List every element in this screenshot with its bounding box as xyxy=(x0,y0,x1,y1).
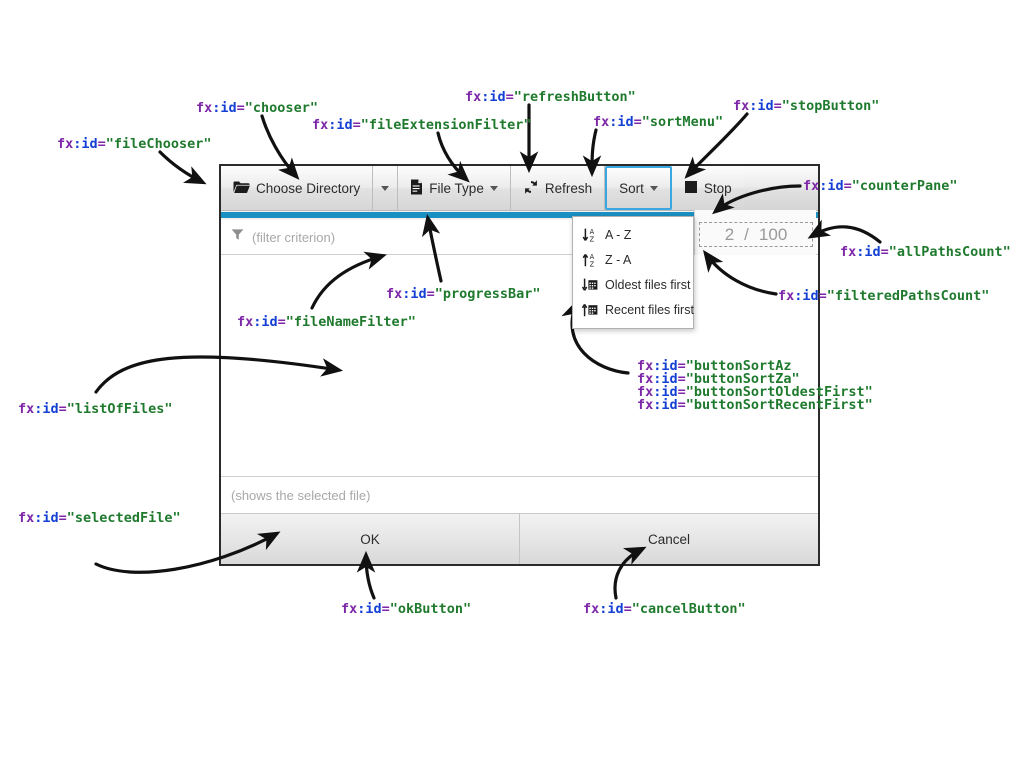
annotation-counterPane: fx:id="counterPane" xyxy=(803,178,958,194)
button-sort-az[interactable]: A Z A - Z xyxy=(573,222,693,247)
annotation-selectedFile: fx:id="selectedFile" xyxy=(18,510,181,526)
annotation-cancelButton: fx:id="cancelButton" xyxy=(583,601,746,617)
sort-chevron-down-icon xyxy=(649,185,658,191)
svg-text:Z: Z xyxy=(590,260,595,268)
annotation-stopButton: fx:id="stopButton" xyxy=(733,98,880,114)
annotation-allPathsCount: fx:id="allPathsCount" xyxy=(840,244,1011,260)
annotation-refreshButton: fx:id="refreshButton" xyxy=(465,89,636,105)
ok-button[interactable]: OK xyxy=(221,514,519,564)
svg-text:Z: Z xyxy=(590,235,595,243)
counter-box: 2 / 100 xyxy=(699,222,813,247)
cancel-button[interactable]: Cancel xyxy=(519,514,818,564)
annotation-filteredPathsCount: fx:id="filteredPathsCount" xyxy=(778,288,990,304)
button-sort-recent-first[interactable]: Recent files first xyxy=(573,297,694,322)
dialog-button-bar: OK Cancel xyxy=(221,514,818,564)
annotation-buttonSortRecentFirst: fx:id="buttonSortRecentFirst" xyxy=(637,397,873,413)
sort-up-calendar-icon xyxy=(581,302,598,318)
file-type-button[interactable]: File Type xyxy=(398,166,511,210)
chooser-dropdown-button[interactable] xyxy=(373,166,399,210)
refresh-button[interactable]: Refresh xyxy=(510,166,606,210)
sort-down-calendar-icon xyxy=(581,277,598,293)
sort-down-az-icon: A Z xyxy=(582,227,598,243)
funnel-filter-icon xyxy=(231,228,244,246)
file-type-label: File Type xyxy=(429,180,484,196)
folder-icon xyxy=(233,180,250,197)
choose-directory-button[interactable]: Choose Directory xyxy=(221,166,374,210)
annotation-okButton: fx:id="okButton" xyxy=(341,601,472,617)
annotation-fileNameFilter: fx:id="fileNameFilter" xyxy=(237,314,416,330)
file-name-filter-placeholder: (filter criterion) xyxy=(252,229,336,245)
refresh-label: Refresh xyxy=(544,180,593,196)
annotation-sortMenu: fx:id="sortMenu" xyxy=(593,114,724,130)
sort-up-za-icon: A Z xyxy=(582,252,598,268)
annotation-listOfFiles: fx:id="listOfFiles" xyxy=(18,401,173,417)
filtered-paths-count: 2 xyxy=(724,224,735,244)
sort-menu: A Z A - Z A Z Z - A Oldest files first R… xyxy=(572,216,694,329)
annotation-fileChooser: fx:id="fileChooser" xyxy=(57,136,212,152)
button-sort-az-label: A - Z xyxy=(605,227,632,242)
annotation-fileExtensionFilter: fx:id="fileExtensionFilter" xyxy=(312,117,532,133)
selected-file-placeholder: (shows the selected file) xyxy=(231,487,371,503)
choose-directory-label: Choose Directory xyxy=(256,180,361,196)
annotation-progressBar: fx:id="progressBar" xyxy=(386,286,541,302)
sort-button[interactable]: Sort xyxy=(605,166,672,210)
toolbar: Choose Directory File Type Refresh Sort … xyxy=(221,166,818,211)
stop-label: Stop xyxy=(703,180,732,196)
stop-button[interactable]: Stop xyxy=(671,166,744,210)
button-sort-oldest-first-label: Oldest files first xyxy=(605,277,691,292)
sort-label: Sort xyxy=(619,180,644,196)
chevron-down-icon xyxy=(381,185,390,191)
counter-pane: 2 / 100 xyxy=(694,210,816,256)
screenshot-root: Choose Directory File Type Refresh Sort … xyxy=(0,0,1024,768)
counter-separator: / xyxy=(744,224,749,244)
all-paths-count: 100 xyxy=(758,224,788,244)
refresh-icon xyxy=(523,179,539,198)
button-sort-za-label: Z - A xyxy=(605,252,632,267)
document-icon xyxy=(410,179,423,198)
button-sort-recent-first-label: Recent files first xyxy=(605,302,694,317)
annotation-chooser: fx:id="chooser" xyxy=(196,100,318,116)
file-type-chevron-down-icon xyxy=(489,185,498,191)
button-sort-za[interactable]: A Z Z - A xyxy=(573,247,693,272)
button-sort-oldest-first[interactable]: Oldest files first xyxy=(573,272,693,297)
selected-file[interactable]: (shows the selected file) xyxy=(221,477,818,514)
stop-square-icon xyxy=(684,180,698,197)
